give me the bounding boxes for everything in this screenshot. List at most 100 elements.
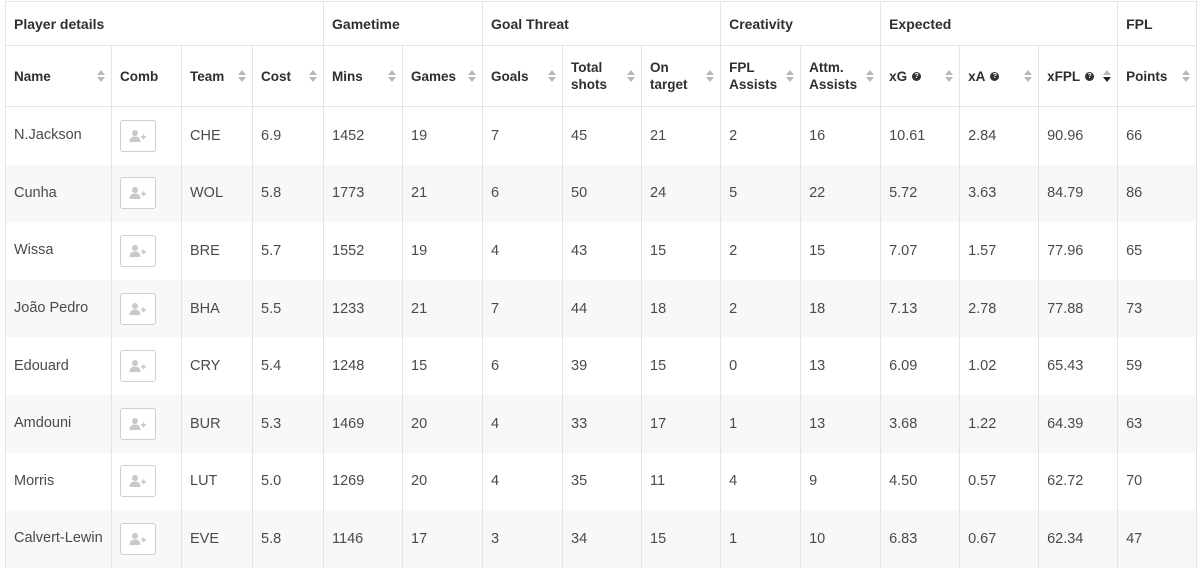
cell-shots: 33 bbox=[562, 394, 642, 453]
cell-team: EVE bbox=[181, 510, 253, 568]
cell-fpl-assists: 0 bbox=[720, 337, 801, 395]
cell-on-target: 15 bbox=[641, 222, 721, 280]
cell-xfpl: 90.96 bbox=[1038, 106, 1118, 165]
cell-xfpl: 77.96 bbox=[1038, 222, 1118, 280]
sort-icon[interactable] bbox=[1024, 70, 1033, 82]
comb-cell bbox=[111, 510, 182, 568]
add-user-icon bbox=[129, 532, 146, 545]
add-to-comb-button[interactable] bbox=[120, 522, 156, 555]
cell-games: 17 bbox=[402, 510, 483, 568]
col-games[interactable]: Games bbox=[402, 45, 483, 107]
col-cost[interactable]: Cost bbox=[251, 45, 324, 107]
player-stats-table: Player details Gametime Goal Threat Crea… bbox=[4, 1, 1198, 568]
cell-games: 19 bbox=[402, 222, 483, 280]
add-to-comb-button[interactable] bbox=[120, 292, 156, 325]
cell-games: 19 bbox=[402, 106, 483, 165]
add-to-comb-button[interactable] bbox=[120, 119, 156, 152]
cell-cost: 5.7 bbox=[251, 222, 324, 280]
sort-icon[interactable] bbox=[388, 70, 397, 82]
cell-xa: 0.57 bbox=[959, 452, 1039, 511]
sort-icon[interactable] bbox=[97, 70, 105, 82]
cell-cost: 5.8 bbox=[251, 510, 324, 568]
add-to-comb-button[interactable] bbox=[120, 465, 156, 498]
cell-xg: 7.07 bbox=[880, 222, 960, 280]
cell-attm-assists: 9 bbox=[800, 452, 881, 511]
cell-attm-assists: 13 bbox=[800, 394, 881, 453]
cell-xg: 4.50 bbox=[880, 452, 960, 511]
add-to-comb-button[interactable] bbox=[120, 350, 156, 383]
col-name[interactable]: Name bbox=[5, 45, 112, 107]
cell-goals: 7 bbox=[482, 106, 563, 165]
comb-cell bbox=[111, 279, 182, 338]
cell-fpl-assists: 1 bbox=[720, 510, 801, 568]
cell-team: BHA bbox=[181, 279, 253, 338]
player-name[interactable]: Edouard bbox=[5, 337, 112, 395]
cell-attm-assists: 15 bbox=[800, 222, 881, 280]
add-user-icon bbox=[129, 129, 146, 142]
cell-shots: 50 bbox=[562, 164, 642, 223]
col-mins[interactable]: Mins bbox=[323, 45, 403, 107]
sort-icon[interactable] bbox=[866, 70, 875, 82]
col-on-target[interactable]: On target bbox=[641, 45, 721, 107]
col-total-shots[interactable]: Total shots bbox=[562, 45, 642, 107]
cell-games: 15 bbox=[402, 337, 483, 395]
col-points[interactable]: Points bbox=[1117, 45, 1198, 107]
col-games-label: Games bbox=[411, 68, 457, 84]
cell-points: 65 bbox=[1117, 222, 1198, 280]
cell-attm-assists: 10 bbox=[800, 510, 881, 568]
cell-points: 47 bbox=[1117, 510, 1198, 568]
comb-cell bbox=[111, 106, 182, 165]
col-attm-assists[interactable]: Attm. Assists bbox=[800, 45, 881, 107]
player-name[interactable]: Amdouni bbox=[5, 394, 112, 453]
col-fpl-assists[interactable]: FPL Assists bbox=[720, 45, 801, 107]
col-xfpl[interactable]: xFPL? bbox=[1038, 45, 1118, 107]
cell-mins: 1773 bbox=[323, 164, 403, 223]
col-goals[interactable]: Goals bbox=[482, 45, 563, 107]
add-to-comb-button[interactable] bbox=[120, 407, 156, 440]
player-name[interactable]: Calvert-Lewin bbox=[5, 510, 112, 568]
sort-icon[interactable] bbox=[786, 70, 795, 82]
col-comb: Comb bbox=[111, 45, 182, 107]
col-attm-assists-label: Attm. Assists bbox=[809, 60, 858, 92]
cell-xa: 3.63 bbox=[959, 164, 1039, 223]
sort-icon[interactable] bbox=[1182, 70, 1191, 82]
sort-icon[interactable] bbox=[309, 70, 318, 82]
cell-shots: 43 bbox=[562, 222, 642, 280]
col-xg[interactable]: xG? bbox=[880, 45, 960, 107]
cell-goals: 6 bbox=[482, 337, 563, 395]
player-name[interactable]: João Pedro bbox=[5, 279, 112, 338]
cell-shots: 45 bbox=[562, 106, 642, 165]
column-header-row: Name Comb Team Cost Mins Games Goals Tot… bbox=[5, 45, 1198, 107]
cell-xfpl: 62.34 bbox=[1038, 510, 1118, 568]
col-xa[interactable]: xA? bbox=[959, 45, 1039, 107]
cell-goals: 4 bbox=[482, 452, 563, 511]
player-name[interactable]: Wissa bbox=[5, 222, 112, 280]
group-creativity: Creativity bbox=[720, 1, 881, 46]
add-to-comb-button[interactable] bbox=[120, 234, 156, 267]
sort-icon[interactable] bbox=[706, 70, 715, 82]
sort-icon[interactable] bbox=[945, 70, 954, 82]
sort-icon[interactable] bbox=[548, 70, 557, 82]
group-expected: Expected bbox=[880, 1, 1118, 46]
sort-icon[interactable] bbox=[468, 70, 477, 82]
col-total-shots-label: Total shots bbox=[571, 60, 608, 92]
info-icon[interactable]: ? bbox=[990, 71, 1000, 81]
cell-goals: 3 bbox=[482, 510, 563, 568]
sort-icon[interactable] bbox=[627, 70, 636, 82]
player-name[interactable]: Morris bbox=[5, 452, 112, 511]
info-icon[interactable]: ? bbox=[1085, 71, 1095, 81]
cell-shots: 39 bbox=[562, 337, 642, 395]
add-to-comb-button[interactable] bbox=[120, 177, 156, 210]
sort-desc-icon[interactable] bbox=[1103, 70, 1112, 82]
player-name[interactable]: N.Jackson bbox=[5, 106, 112, 165]
add-user-icon bbox=[129, 417, 146, 430]
col-team[interactable]: Team bbox=[181, 45, 253, 107]
info-icon[interactable]: ? bbox=[912, 71, 922, 81]
comb-cell bbox=[111, 164, 182, 223]
cell-xfpl: 84.79 bbox=[1038, 164, 1118, 223]
cell-team: CRY bbox=[181, 337, 253, 395]
player-name[interactable]: Cunha bbox=[5, 164, 112, 223]
add-user-icon bbox=[129, 360, 146, 373]
sort-icon[interactable] bbox=[238, 70, 246, 82]
cell-attm-assists: 13 bbox=[800, 337, 881, 395]
